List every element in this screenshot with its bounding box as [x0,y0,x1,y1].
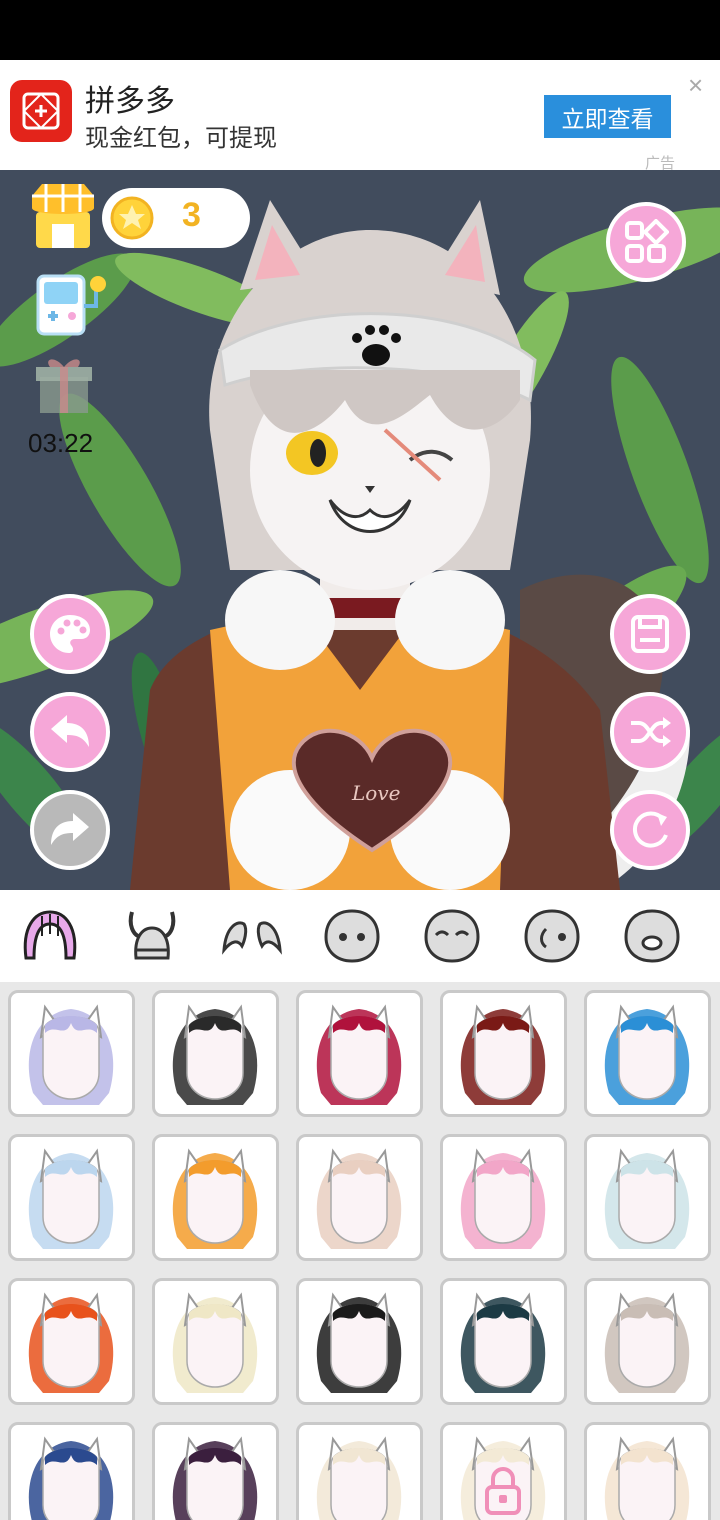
tab-ears[interactable] [220,904,284,968]
face-icon [324,909,380,963]
shop-icon[interactable] [30,182,96,250]
redo-icon [51,813,89,845]
hair-preview [316,1148,402,1249]
hair-option-tile[interactable] [152,990,279,1117]
hair-options-grid [0,982,720,1520]
hair-option-tile[interactable] [440,1422,567,1520]
hair-preview [460,1292,546,1393]
hair-preview [604,1292,690,1393]
undo-icon [51,715,89,747]
hair-option-tile[interactable] [8,990,135,1117]
redo-button[interactable] [30,790,110,870]
gift-icon[interactable] [36,355,92,415]
hair-preview [28,1004,114,1105]
hair-option-tile[interactable] [584,1134,711,1261]
hair-preview [604,1148,690,1249]
hair-option-tile[interactable] [8,1278,135,1405]
viking-helmet-icon [128,911,176,960]
hair-option-tile[interactable] [296,1422,423,1520]
tab-face[interactable] [320,904,384,968]
tab-headwear[interactable] [120,904,184,968]
heart-text: Love [351,781,400,805]
shuffle-button[interactable] [610,692,690,772]
hair-preview [604,1004,690,1105]
save-icon [631,615,669,653]
hair-preview [172,1004,258,1105]
coin-balance: 3 [102,188,250,248]
hair-option-tile[interactable] [296,990,423,1117]
hair-preview [316,1292,402,1393]
hair-preview [460,1148,546,1249]
hair-option-tile[interactable] [584,1422,711,1520]
hair-preview [460,1436,546,1520]
category-bar [0,890,720,982]
ad-close-icon[interactable]: × [688,70,703,101]
hair-icon [23,910,77,960]
hair-option-tile[interactable] [296,1134,423,1261]
palette-button[interactable] [30,594,110,674]
tab-eyes[interactable] [420,904,484,968]
ad-title: 拼多多 [85,84,175,119]
hair-option-tile[interactable] [296,1278,423,1405]
hair-preview [460,1004,546,1105]
side-face-icon [524,909,580,963]
hair-option-tile[interactable] [584,1278,711,1405]
tab-hair[interactable] [18,904,82,968]
hair-option-tile[interactable] [440,1134,567,1261]
hair-preview [28,1436,114,1520]
hair-preview [316,1436,402,1520]
character-canvas: Love 3 03:22 [0,170,720,890]
tab-mouth[interactable] [620,904,684,968]
eyes-closed-icon [424,909,480,963]
save-button[interactable] [610,594,690,674]
ears-icon [222,921,282,955]
hair-preview [604,1436,690,1520]
hair-option-tile[interactable] [584,990,711,1117]
hair-preview [172,1292,258,1393]
hair-option-tile[interactable] [152,1278,279,1405]
palette-icon [50,615,90,653]
refresh-icon [632,811,668,848]
hair-preview [316,1004,402,1105]
grid-icon [625,219,669,263]
hair-preview [172,1436,258,1520]
mouth-icon [624,909,680,963]
hair-option-tile[interactable] [152,1422,279,1520]
hair-option-tile[interactable] [440,1278,567,1405]
menu-grid-button[interactable] [606,202,686,282]
coin-icon [110,196,154,240]
pinduoduo-logo-icon [10,80,72,142]
ad-subtitle: 现金红包，可提现 [85,124,277,152]
status-bar [0,0,720,60]
coin-count: 3 [182,196,201,234]
hair-preview [28,1148,114,1249]
reset-button[interactable] [610,790,690,870]
ad-banner[interactable]: 拼多多 现金红包，可提现 立即查看 × 广告 [0,60,720,172]
tab-expression[interactable] [520,904,584,968]
shuffle-icon [631,717,671,747]
game-console-icon[interactable] [36,270,112,340]
hair-option-tile[interactable] [8,1422,135,1520]
hair-preview [28,1292,114,1393]
hair-option-tile[interactable] [440,990,567,1117]
hair-option-tile[interactable] [152,1134,279,1261]
undo-button[interactable] [30,692,110,772]
hair-option-tile[interactable] [8,1134,135,1261]
countdown-timer: 03:22 [28,428,94,458]
ad-view-button[interactable]: 立即查看 [544,95,671,138]
hair-preview [172,1148,258,1249]
